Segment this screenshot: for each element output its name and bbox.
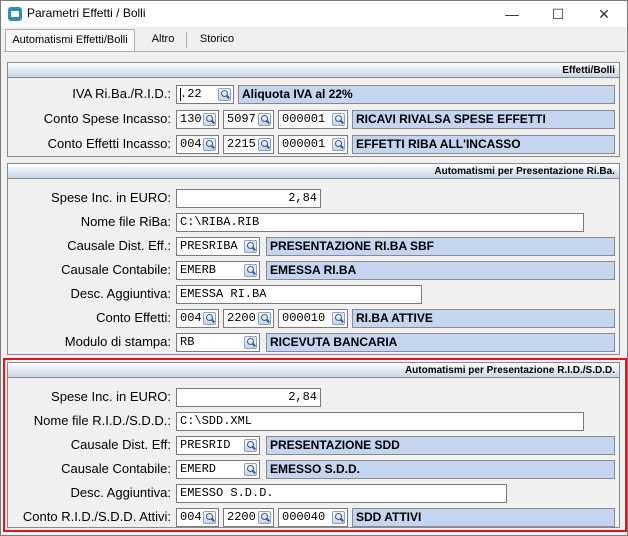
- riba-causale-cont-label: Causale Contabile:: [61, 262, 171, 277]
- highlight-frame: [3, 358, 627, 532]
- spese-incasso-description: RICAVI RIVALSA SPESE EFFETTI: [352, 110, 615, 129]
- search-icon[interactable]: [258, 312, 271, 325]
- riba-conto-description: RI.BA ATTIVE: [352, 309, 615, 328]
- search-icon[interactable]: [203, 138, 216, 151]
- riba-causale-cont-description: EMESSA RI.BA: [266, 261, 615, 280]
- search-icon[interactable]: [258, 113, 271, 126]
- close-button[interactable]: ✕: [581, 1, 627, 27]
- iva-code-input[interactable]: .22: [176, 85, 234, 104]
- riba-causale-dist-label: Causale Dist. Eff.:: [67, 238, 171, 253]
- search-icon[interactable]: [218, 88, 231, 101]
- effetti-incasso-sub-input[interactable]: 000001: [278, 135, 348, 154]
- minimize-button[interactable]: —: [489, 1, 535, 27]
- effetti-incasso-label: Conto Effetti Incasso:: [47, 136, 171, 151]
- search-icon[interactable]: [258, 138, 271, 151]
- title-bar: Parametri Effetti / Bolli — ☐ ✕: [1, 1, 627, 27]
- text-caret: [180, 88, 181, 101]
- search-icon[interactable]: [203, 312, 216, 325]
- riba-conto-group-input[interactable]: 004: [176, 309, 219, 328]
- riba-modulo-input[interactable]: RB: [176, 333, 260, 352]
- maximize-button[interactable]: ☐: [535, 1, 581, 27]
- group-header: Effetti/Bolli: [8, 63, 619, 78]
- riba-file-label: Nome file RiBa:: [80, 214, 171, 229]
- riba-causale-dist-input[interactable]: PRESRIBA: [176, 237, 260, 256]
- riba-spese-label: Spese Inc. in EURO:: [51, 190, 171, 205]
- search-icon[interactable]: [203, 113, 216, 126]
- search-icon[interactable]: [244, 336, 257, 349]
- riba-file-input[interactable]: C:\RIBA.RIB: [176, 213, 584, 232]
- window-title: Parametri Effetti / Bolli: [27, 6, 146, 20]
- riba-spese-input[interactable]: 2,84: [176, 189, 321, 208]
- tab-automatismi[interactable]: Automatismi Effetti/Bolli: [5, 29, 135, 52]
- iva-description: Aliquota IVA al 22%: [238, 85, 615, 104]
- spese-incasso-sub-input[interactable]: 000001: [278, 110, 348, 129]
- riba-conto-sub-input[interactable]: 000010: [278, 309, 348, 328]
- tab-storico[interactable]: Storico: [191, 29, 243, 51]
- effetti-incasso-description: EFFETTI RIBA ALL'INCASSO: [352, 135, 615, 154]
- search-icon[interactable]: [244, 264, 257, 277]
- app-icon: [8, 7, 22, 21]
- group-riba: Automatismi per Presentazione Ri.Ba. Spe…: [7, 163, 620, 355]
- tab-altro[interactable]: Altro: [141, 29, 185, 51]
- group-effetti-bolli: Effetti/Bolli IVA Ri.Ba./R.I.D.: .22 Ali…: [7, 62, 620, 157]
- spese-incasso-label: Conto Spese Incasso:: [43, 111, 171, 126]
- group-header: Automatismi per Presentazione Ri.Ba.: [8, 164, 619, 179]
- spese-incasso-group-input[interactable]: 130: [176, 110, 219, 129]
- iva-label: IVA Ri.Ba./R.I.D.:: [72, 86, 171, 101]
- riba-causale-dist-description: PRESENTAZIONE RI.BA SBF: [266, 237, 615, 256]
- tab-divider: [186, 32, 187, 48]
- riba-modulo-label: Modulo di stampa:: [64, 334, 171, 349]
- search-icon[interactable]: [332, 138, 345, 151]
- search-icon[interactable]: [244, 240, 257, 253]
- parametri-window: Parametri Effetti / Bolli — ☐ ✕ Automati…: [0, 0, 628, 536]
- riba-modulo-description: RICEVUTA BANCARIA: [266, 333, 615, 352]
- effetti-incasso-group-input[interactable]: 004: [176, 135, 219, 154]
- riba-conto-label: Conto Effetti:: [96, 310, 171, 325]
- search-icon[interactable]: [332, 113, 345, 126]
- riba-conto-account-input[interactable]: 2200: [223, 309, 274, 328]
- riba-desc-agg-input[interactable]: EMESSA RI.BA: [176, 285, 422, 304]
- spese-incasso-account-input[interactable]: 5097: [223, 110, 274, 129]
- riba-desc-agg-label: Desc. Aggiuntiva:: [70, 286, 171, 301]
- search-icon[interactable]: [332, 312, 345, 325]
- riba-causale-cont-input[interactable]: EMERB: [176, 261, 260, 280]
- effetti-incasso-account-input[interactable]: 2215: [223, 135, 274, 154]
